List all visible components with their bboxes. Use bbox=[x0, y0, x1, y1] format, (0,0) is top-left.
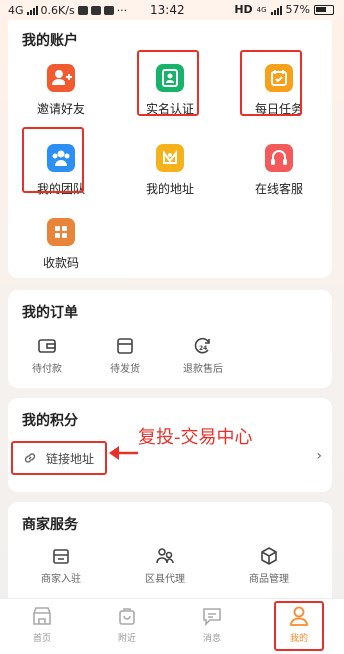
online-service-item[interactable]: 在线客服 bbox=[234, 144, 324, 197]
product-management-item[interactable]: 商品管理 bbox=[234, 546, 304, 585]
product-management-label: 商品管理 bbox=[249, 574, 289, 585]
orders-title: 我的订单 bbox=[22, 305, 78, 321]
tab-nearby[interactable]: 附近 bbox=[97, 605, 157, 644]
refund-aftersales-item[interactable]: 24 退款售后 bbox=[168, 336, 238, 375]
status-left: 4G 0.6K/s ··· bbox=[8, 4, 148, 17]
status-bar: 4G 0.6K/s ··· 13:42 HD 4G 57% bbox=[0, 0, 344, 20]
online-service-label: 在线客服 bbox=[254, 182, 303, 196]
payment-code-label: 收款码 bbox=[42, 256, 79, 270]
refund-24-icon: 24 bbox=[193, 336, 213, 356]
pending-shipment-label: 待发货 bbox=[110, 364, 140, 375]
tab-messages-label: 消息 bbox=[202, 634, 221, 644]
payment-code-item[interactable]: 收款码 bbox=[16, 218, 106, 271]
network-right-label: 4G bbox=[256, 5, 267, 14]
merchant-join-item[interactable]: 商家入驻 bbox=[26, 546, 96, 585]
points-title: 我的积分 bbox=[22, 413, 78, 429]
tab-mine-label: 我的 bbox=[289, 634, 308, 644]
bag-icon bbox=[116, 605, 138, 627]
my-team-label: 我的团队 bbox=[36, 182, 85, 196]
invite-friends-label: 邀请好友 bbox=[36, 102, 85, 116]
my-team-item[interactable]: 我的团队 bbox=[16, 144, 106, 197]
county-agent-label: 区县代理 bbox=[145, 574, 185, 585]
clock: 13:42 bbox=[150, 3, 185, 17]
real-name-auth-item[interactable]: 实名认证 bbox=[125, 64, 215, 117]
account-title: 我的账户 bbox=[22, 33, 78, 49]
chat-icon bbox=[201, 605, 223, 627]
county-agent-item[interactable]: 区县代理 bbox=[130, 546, 200, 585]
page-content[interactable]: 我的账户 邀请好友 实名认证 每日任务 我的团队 我的地址 在线客服 收款码 我… bbox=[0, 20, 344, 598]
merchant-title: 商家服务 bbox=[22, 517, 78, 533]
svg-text:24: 24 bbox=[199, 345, 207, 352]
tab-messages[interactable]: 消息 bbox=[182, 605, 242, 644]
wallet-icon bbox=[37, 336, 57, 356]
headset-icon bbox=[265, 144, 293, 172]
battery-percent: 57% bbox=[285, 3, 310, 16]
box-icon bbox=[115, 336, 135, 356]
hd-label: HD bbox=[234, 3, 253, 16]
tab-home[interactable]: 首页 bbox=[12, 605, 72, 644]
daily-task-label: 每日任务 bbox=[254, 102, 303, 116]
home-shop-icon bbox=[31, 605, 53, 627]
orders-card: 我的订单 待付款 待发货 24 退款售后 bbox=[8, 290, 332, 388]
user-icon bbox=[288, 605, 310, 627]
notification-icon bbox=[77, 5, 88, 15]
invite-friends-item[interactable]: 邀请好友 bbox=[16, 64, 106, 117]
pending-payment-item[interactable]: 待付款 bbox=[12, 336, 82, 375]
pending-payment-label: 待付款 bbox=[32, 364, 62, 375]
message-icon bbox=[90, 5, 101, 15]
add-user-icon bbox=[47, 64, 75, 92]
real-name-auth-label: 实名认证 bbox=[145, 102, 194, 116]
merchant-card: 商家服务 商家入驻 区县代理 商品管理 bbox=[8, 502, 332, 598]
team-icon bbox=[47, 144, 75, 172]
people-icon bbox=[155, 546, 175, 566]
id-card-icon bbox=[156, 64, 184, 92]
account-card: 我的账户 邀请好友 实名认证 每日任务 我的团队 我的地址 在线客服 收款码 bbox=[8, 20, 332, 278]
app-icon bbox=[103, 5, 114, 15]
pending-shipment-item[interactable]: 待发货 bbox=[90, 336, 160, 375]
daily-task-item[interactable]: 每日任务 bbox=[234, 64, 324, 117]
annotation-arrow-icon bbox=[109, 446, 138, 460]
tab-home-label: 首页 bbox=[32, 634, 51, 644]
annotation-text: 复投-交易中心 bbox=[138, 427, 253, 448]
my-address-label: 我的地址 bbox=[145, 182, 194, 196]
tab-mine[interactable]: 我的 bbox=[269, 605, 329, 644]
bottom-tab-bar: 首页 附近 消息 我的 bbox=[0, 598, 344, 654]
battery-icon bbox=[314, 4, 334, 15]
calendar-check-icon bbox=[265, 64, 293, 92]
network-label: 4G bbox=[8, 3, 24, 17]
tab-nearby-label: 附近 bbox=[117, 634, 136, 644]
link-icon bbox=[22, 450, 38, 470]
link-address-label: 链接地址 bbox=[46, 452, 95, 466]
status-right: HD 4G 57% bbox=[234, 3, 334, 16]
cube-icon bbox=[259, 546, 279, 566]
location-icon bbox=[156, 144, 184, 172]
store-icon bbox=[51, 546, 71, 566]
my-address-item[interactable]: 我的地址 bbox=[125, 144, 215, 197]
chevron-right-icon: › bbox=[316, 448, 322, 464]
net-speed: 0.6K/s bbox=[40, 3, 75, 17]
merchant-join-label: 商家入驻 bbox=[41, 574, 81, 585]
refund-aftersales-label: 退款售后 bbox=[183, 364, 223, 375]
signal-right-icon bbox=[270, 5, 282, 15]
grid-icon bbox=[47, 218, 75, 246]
more-icon: ··· bbox=[116, 3, 128, 17]
signal-icon bbox=[26, 5, 38, 15]
